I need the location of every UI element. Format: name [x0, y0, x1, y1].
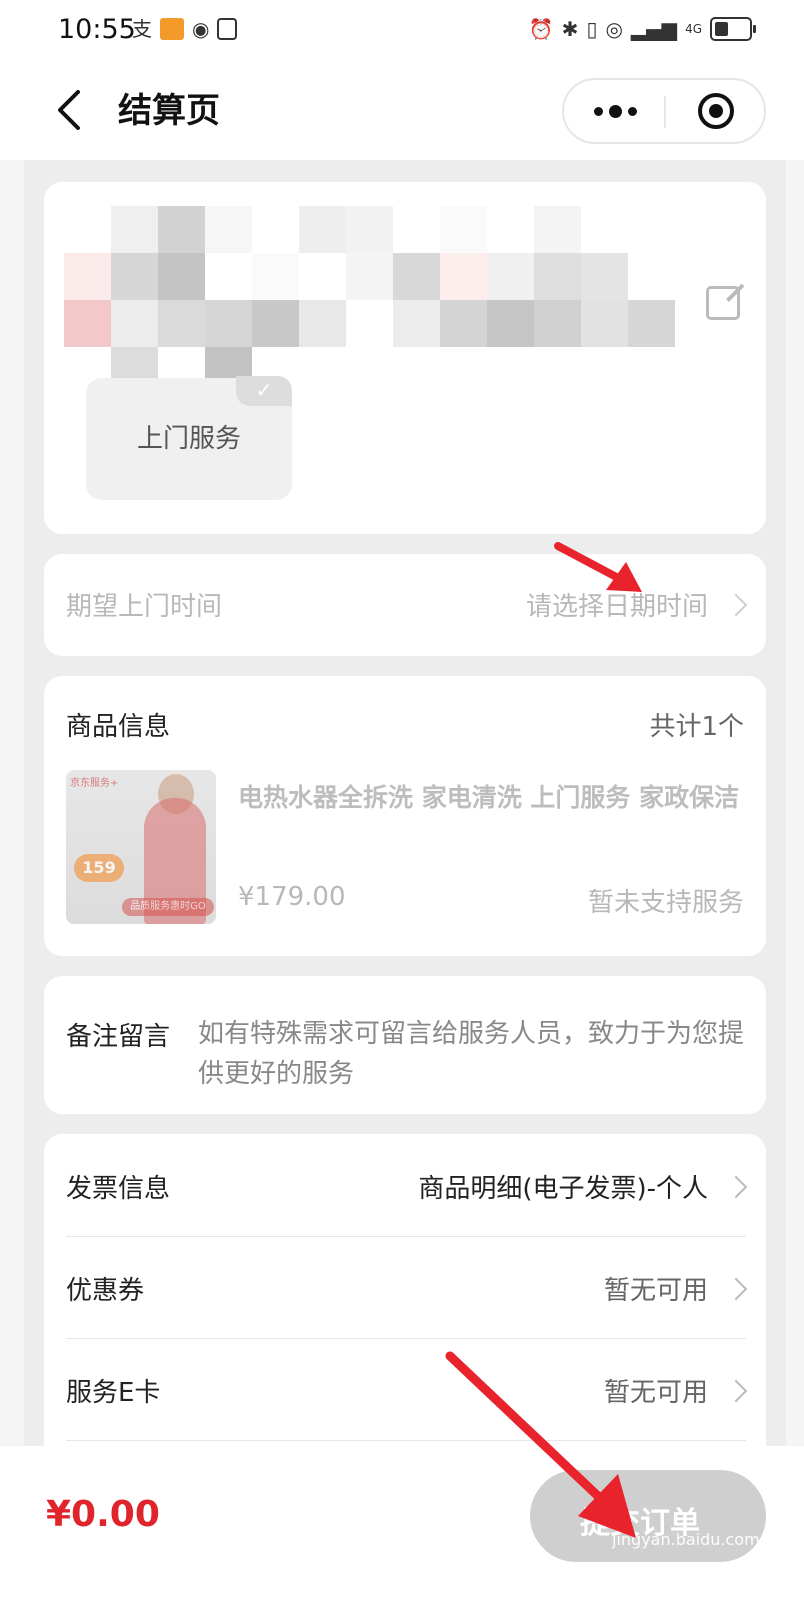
product-section-title: 商品信息 — [66, 712, 171, 742]
redacted-pixel — [299, 300, 346, 347]
redacted-pixel — [205, 206, 252, 253]
redacted-pixel — [158, 206, 205, 253]
redacted-pixel — [111, 206, 158, 253]
redacted-pixel — [581, 206, 628, 253]
redacted-pixel — [534, 253, 581, 300]
miniprogram-capsule — [562, 78, 766, 144]
status-left-icons: 支 ◉ — [132, 16, 238, 42]
alipay-icon: 支 — [132, 17, 152, 41]
redacted-pixel — [64, 253, 111, 300]
watermark-text: jingyan.baidu.com — [612, 1530, 760, 1549]
redacted-pixel — [158, 253, 205, 300]
redacted-pixel — [252, 300, 299, 347]
redacted-pixel — [205, 253, 252, 300]
redacted-pixel — [440, 253, 487, 300]
redacted-pixel — [393, 253, 440, 300]
battery-icon — [710, 17, 756, 41]
redacted-pixel — [346, 206, 393, 253]
invoice-label[interactable]: 发票信息 — [66, 1168, 170, 1205]
redacted-pixel — [534, 347, 581, 394]
signal-icon: ▂▄▆ — [630, 17, 678, 41]
signal-4g-icon: 4G — [685, 22, 702, 36]
redacted-pixel — [440, 347, 487, 394]
redacted-pixel — [581, 300, 628, 347]
redacted-pixel — [581, 347, 628, 394]
product-count: 共计1个 — [649, 712, 744, 742]
divider — [66, 1338, 746, 1339]
redacted-pixel — [534, 300, 581, 347]
appointment-value[interactable]: 请选择日期时间 — [526, 586, 708, 623]
capsule-divider — [664, 96, 666, 128]
remark-label: 备注留言 — [66, 1022, 171, 1052]
divider — [66, 1440, 746, 1441]
vibrate-icon: ▯ — [586, 17, 598, 41]
product-name[interactable]: 电热水器全拆洗 家电清洗 上门服务 家政保洁 — [238, 782, 748, 814]
redacted-pixel — [299, 206, 346, 253]
redacted-pixel — [393, 347, 440, 394]
bluetooth-icon: ✱ — [561, 17, 579, 41]
remark-input[interactable]: 如有特殊需求可留言给服务人员，致力于为您提供更好的服务 — [198, 1014, 746, 1094]
service-type-label: 上门服务 — [136, 424, 241, 454]
back-arrow-icon[interactable] — [54, 88, 86, 132]
redacted-pixel — [158, 300, 205, 347]
total-amount: ¥0.00 — [46, 1494, 160, 1535]
close-target-icon[interactable] — [698, 93, 734, 129]
more-menu-icon[interactable] — [594, 100, 642, 122]
status-time: 10:55 — [58, 14, 136, 45]
redacted-pixel — [487, 347, 534, 394]
redacted-pixel — [111, 253, 158, 300]
ecard-value[interactable]: 暂无可用 — [604, 1372, 708, 1409]
redacted-pixel — [64, 206, 111, 253]
redacted-pixel — [299, 347, 346, 394]
redacted-pixel — [299, 253, 346, 300]
redacted-pixel — [440, 300, 487, 347]
divider — [66, 1236, 746, 1237]
redacted-pixel — [346, 347, 393, 394]
redacted-pixel — [346, 253, 393, 300]
redacted-pixel — [440, 206, 487, 253]
invoice-value[interactable]: 商品明细(电子发票)-个人 — [418, 1168, 708, 1205]
check-icon: ✓ — [236, 376, 292, 406]
redacted-pixel — [628, 253, 675, 300]
ecard-label[interactable]: 服务E卡 — [66, 1372, 160, 1409]
product-price: ¥179.00 — [238, 882, 346, 912]
product-image-brand: 京东服务+ — [70, 778, 119, 789]
redacted-pixel — [64, 300, 111, 347]
product-status: 暂未支持服务 — [587, 888, 744, 918]
redacted-pixel — [487, 206, 534, 253]
redacted-pixel — [581, 253, 628, 300]
app-badge-icon — [160, 18, 184, 40]
redacted-pixel — [252, 253, 299, 300]
hotspot-icon: ◎ — [605, 17, 623, 41]
redacted-pixel — [111, 300, 158, 347]
coupon-value[interactable]: 暂无可用 — [604, 1270, 708, 1307]
eye-icon: ◉ — [192, 17, 210, 41]
product-image[interactable]: 京东服务+ 159 品质服务惠时GO — [66, 770, 216, 924]
appointment-label: 期望上门时间 — [66, 592, 223, 622]
redacted-pixel — [393, 206, 440, 253]
product-image-banner: 品质服务惠时GO — [122, 898, 214, 916]
redacted-pixel — [393, 300, 440, 347]
product-image-badge: 159 — [74, 854, 124, 882]
redacted-pixel — [628, 206, 675, 253]
redacted-pixel — [252, 206, 299, 253]
edit-address-icon[interactable] — [706, 286, 740, 320]
redacted-pixel — [205, 300, 252, 347]
nfc-icon — [217, 18, 238, 40]
redacted-pixel — [628, 300, 675, 347]
coupon-label[interactable]: 优惠券 — [66, 1270, 144, 1307]
redacted-pixel — [346, 300, 393, 347]
redacted-pixel — [628, 347, 675, 394]
status-right-icons: ⏰ ✱ ▯ ◎ ▂▄▆ 4G — [528, 16, 756, 42]
redacted-pixel — [487, 253, 534, 300]
redacted-pixel — [487, 300, 534, 347]
redacted-pixel — [534, 206, 581, 253]
alarm-icon: ⏰ — [528, 17, 554, 41]
page-title: 结算页 — [118, 91, 220, 131]
